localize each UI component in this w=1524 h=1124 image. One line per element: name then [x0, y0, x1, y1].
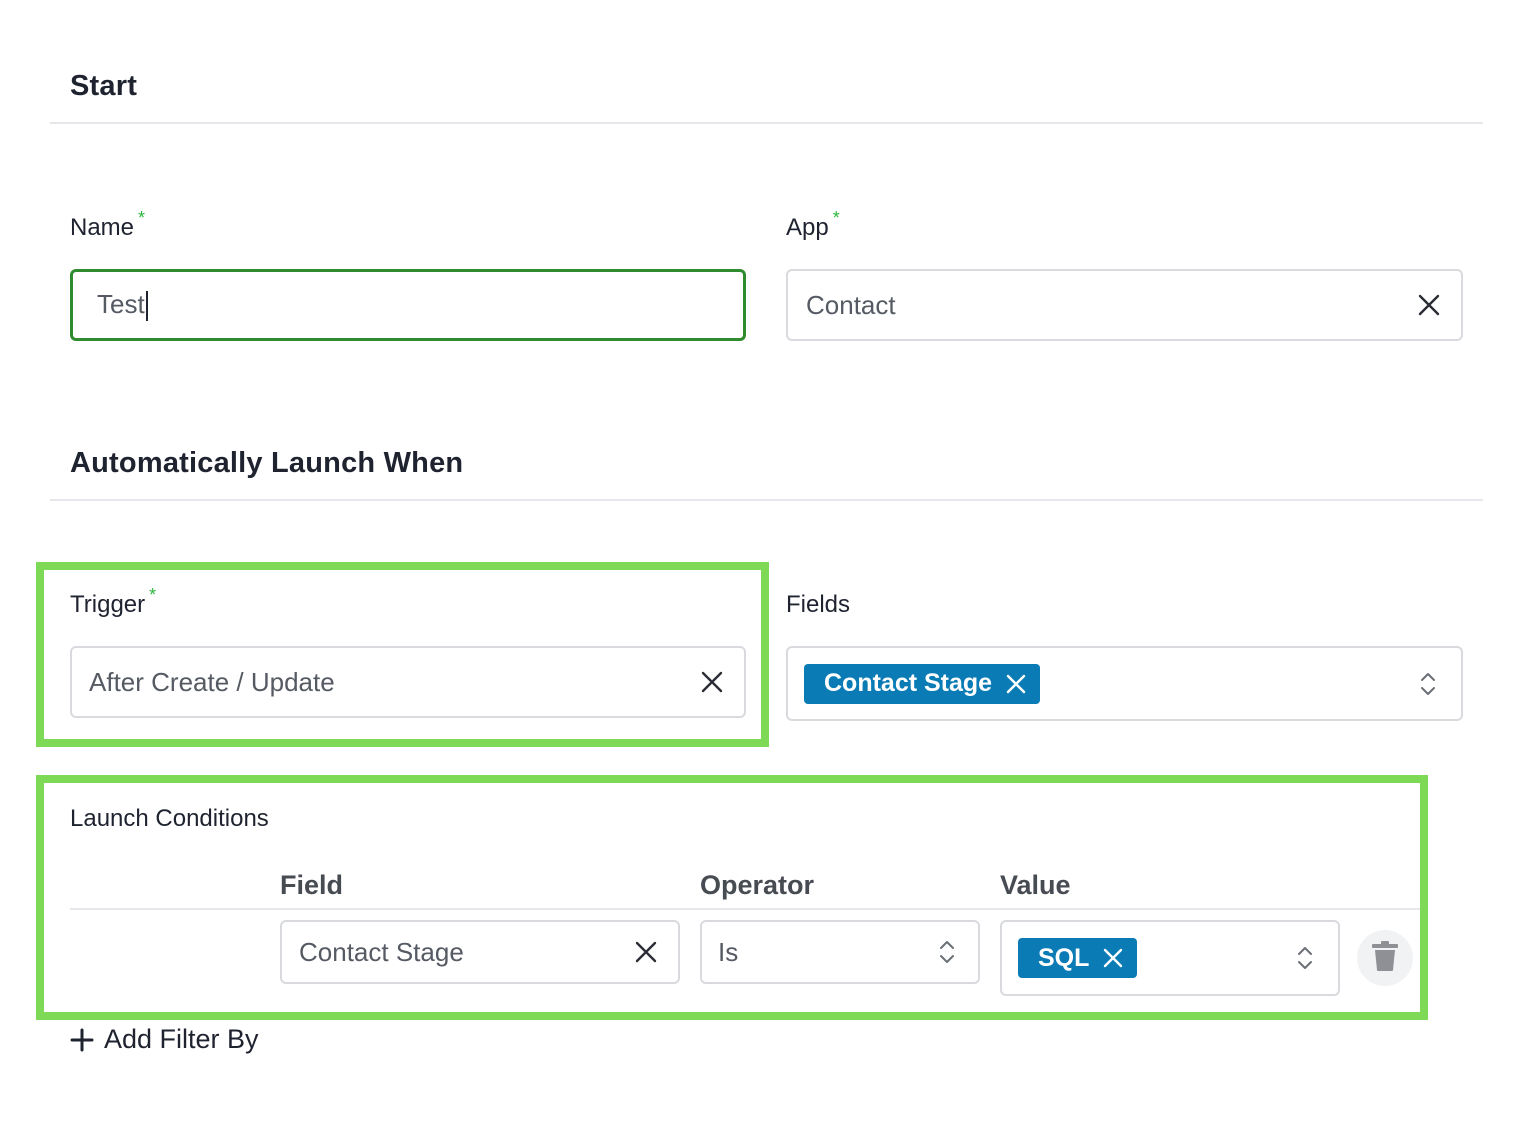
app-label: App *: [786, 208, 840, 242]
clear-x-icon[interactable]: [1413, 289, 1445, 321]
value-chip: SQL: [1018, 938, 1138, 978]
field-chip-label: Contact Stage: [824, 669, 993, 697]
plus-icon: [70, 1028, 94, 1052]
name-label: Name *: [70, 208, 145, 242]
chevron-up-down-icon[interactable]: [932, 932, 962, 972]
add-filter-label: Add Filter By: [104, 1024, 259, 1054]
condition-field-value: Contact Stage: [299, 936, 464, 967]
value-chip-label: SQL: [1038, 943, 1090, 972]
trigger-label: Trigger *: [70, 585, 156, 619]
trash-icon: [1371, 940, 1399, 977]
column-header-operator: Operator: [700, 870, 815, 900]
column-header-field: Field: [280, 870, 344, 900]
conditions-header-divider: [70, 908, 1420, 910]
required-marker: *: [832, 208, 840, 228]
app-select-value: Contact: [806, 289, 896, 320]
condition-operator-value: Is: [718, 936, 739, 967]
name-input-value: Test: [97, 288, 145, 319]
app-select[interactable]: Contact: [786, 269, 1463, 341]
name-label-text: Name: [70, 214, 135, 241]
column-header-value: Value: [1000, 870, 1071, 900]
fields-label: Fields: [786, 591, 851, 618]
trigger-select[interactable]: After Create / Update: [70, 646, 746, 718]
chevron-up-down-icon[interactable]: [1413, 664, 1443, 704]
text-caret: [145, 291, 148, 322]
required-marker: *: [138, 208, 146, 228]
condition-operator-select[interactable]: Is: [700, 920, 980, 984]
field-chip: Contact Stage: [804, 663, 1041, 704]
chip-remove-icon[interactable]: [1101, 946, 1125, 970]
start-section-title: Start: [70, 70, 138, 102]
name-input[interactable]: Test: [70, 269, 746, 341]
clear-x-icon[interactable]: [696, 666, 728, 698]
trigger-select-value: After Create / Update: [89, 666, 335, 697]
condition-value-multiselect[interactable]: SQL: [1000, 920, 1340, 996]
app-label-text: App: [786, 214, 829, 241]
launch-conditions-title: Launch Conditions: [70, 805, 269, 832]
condition-field-select[interactable]: Contact Stage: [280, 920, 680, 984]
chevron-up-down-icon[interactable]: [1290, 938, 1320, 978]
delete-condition-button[interactable]: [1357, 930, 1413, 986]
launch-section-title: Automatically Launch When: [70, 447, 464, 479]
trigger-label-text: Trigger: [70, 591, 146, 618]
add-filter-button[interactable]: Add Filter By: [70, 1024, 259, 1055]
required-marker: *: [149, 585, 157, 605]
start-divider: [50, 122, 1483, 124]
launch-divider: [50, 499, 1483, 501]
chip-remove-icon[interactable]: [1004, 672, 1028, 696]
clear-x-icon[interactable]: [630, 936, 662, 968]
fields-multiselect[interactable]: Contact Stage: [786, 646, 1463, 721]
